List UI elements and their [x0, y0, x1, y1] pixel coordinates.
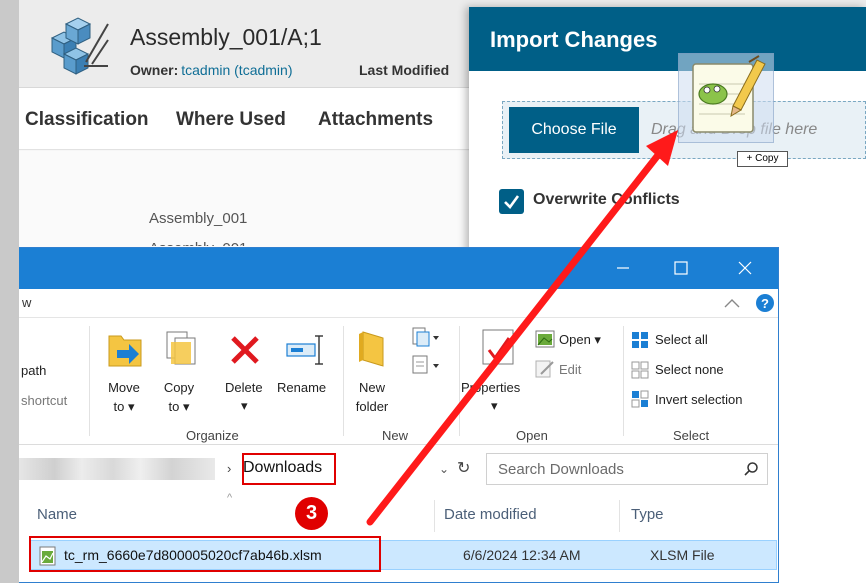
group-separator — [623, 326, 624, 436]
close-icon[interactable] — [735, 258, 755, 278]
new-item-icon[interactable] — [411, 326, 441, 348]
highlight-file — [29, 536, 381, 572]
column-name[interactable]: Name — [37, 506, 77, 523]
file-list-header: ^ Name Date modified Type — [19, 492, 778, 534]
item-name-partial: Assembly_001 — [149, 240, 247, 246]
paste-shortcut-label[interactable]: shortcut — [21, 393, 67, 408]
address-path-redacted — [19, 458, 215, 480]
panel-title: Import Changes — [490, 27, 658, 52]
column-date-modified[interactable]: Date modified — [444, 506, 537, 523]
new-folder-icon — [359, 331, 384, 367]
search-downloads-input[interactable]: Search Downloads — [486, 453, 768, 485]
easy-access-icon[interactable] — [411, 354, 441, 376]
copy-path-label[interactable]: path — [21, 363, 46, 378]
address-bar: › Downloads ⌄ ↻ Search Downloads — [19, 453, 778, 487]
search-icon[interactable] — [743, 461, 759, 477]
copy-to-icon — [166, 331, 196, 365]
group-label-organize: Organize — [186, 428, 239, 443]
item-name: Assembly_001 — [149, 210, 248, 227]
file-explorer-window: w ? path shortcut Move to ▾ Copy to ▾ De… — [19, 247, 779, 583]
search-placeholder: Search Downloads — [498, 461, 624, 478]
rename-icon — [286, 335, 323, 365]
object-title: Assembly_001/A;1 — [130, 24, 322, 50]
address-history-chevron-icon[interactable]: ⌄ — [439, 462, 449, 476]
group-separator — [89, 326, 90, 436]
checkmark-icon — [504, 195, 520, 209]
chevron-up-icon[interactable] — [723, 297, 741, 309]
select-all-icon — [632, 332, 648, 348]
last-modified-label: Last Modified — [359, 62, 450, 78]
open-icon — [535, 330, 555, 348]
minimize-icon[interactable] — [613, 258, 633, 278]
tab-where-used[interactable]: Where Used — [176, 109, 286, 131]
notepad-plus-plus-icon — [692, 55, 766, 133]
refresh-icon[interactable]: ↻ — [457, 458, 470, 478]
assembly-icon — [50, 17, 109, 75]
select-none-icon — [631, 361, 649, 379]
file-type: XLSM File — [650, 547, 715, 563]
choose-file-button[interactable]: Choose File — [509, 107, 639, 153]
overwrite-conflicts-label: Overwrite Conflicts — [533, 191, 680, 208]
drag-ghost — [678, 53, 774, 143]
ribbon-tab-view[interactable]: w — [22, 295, 31, 310]
overwrite-conflicts-checkbox[interactable] — [499, 189, 524, 214]
panel-header: Import Changes — [469, 7, 866, 71]
column-divider[interactable] — [619, 500, 620, 532]
maximize-icon[interactable] — [671, 258, 691, 278]
copy-tooltip: + Copy — [737, 151, 788, 167]
group-separator — [343, 326, 344, 436]
sort-ascending-icon: ^ — [227, 492, 233, 504]
tab-classification[interactable]: Classification — [25, 109, 149, 131]
breadcrumb-separator-icon: › — [227, 461, 232, 476]
owner-link[interactable]: tcadmin (tcadmin) — [181, 62, 292, 78]
group-label-new: New — [382, 428, 409, 443]
column-divider[interactable] — [434, 500, 435, 532]
properties-icon — [482, 329, 514, 365]
ribbon: path shortcut Move to ▾ Copy to ▾ Delete… — [19, 317, 778, 445]
delete-icon — [231, 336, 259, 364]
explorer-titlebar — [19, 248, 778, 289]
group-label-select: Select — [673, 428, 710, 443]
owner-label: Owner: — [130, 62, 179, 78]
group-separator — [459, 326, 460, 436]
help-icon[interactable]: ? — [755, 293, 775, 313]
invert-selection-icon — [631, 390, 649, 408]
edit-icon — [535, 360, 554, 378]
owner-field: Owner: tcadmin (tcadmin) — [130, 62, 293, 78]
file-date-modified: 6/6/2024 12:34 AM — [463, 547, 581, 563]
group-label-open: Open — [516, 428, 548, 443]
step-badge: 3 — [295, 497, 328, 530]
highlight-downloads — [242, 453, 336, 485]
svg-text:?: ? — [761, 296, 769, 311]
move-to-icon — [108, 335, 142, 367]
tab-attachments[interactable]: Attachments — [318, 109, 433, 131]
column-type[interactable]: Type — [631, 506, 664, 523]
ribbon-tabs: w ? — [19, 289, 778, 317]
